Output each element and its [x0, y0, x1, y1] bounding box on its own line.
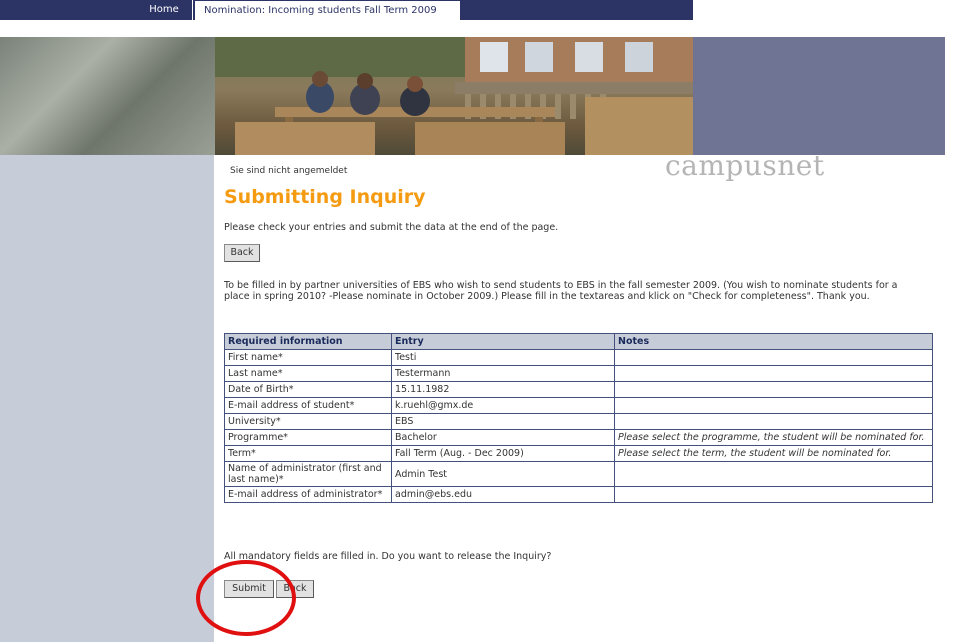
page-title: Submitting Inquiry: [224, 186, 426, 208]
table-row: Last name* Testermann: [224, 365, 933, 382]
row-note: [614, 397, 933, 414]
row-entry: Testermann: [391, 365, 615, 382]
header-banner: [0, 37, 957, 155]
banner-edge: [945, 37, 957, 155]
inquiry-summary-table: Required information Entry Notes First n…: [224, 333, 933, 503]
row-note: [614, 365, 933, 382]
table-row: E-mail address of student* k.ruehl@gmx.d…: [224, 397, 933, 414]
row-label: Last name*: [224, 365, 392, 382]
row-label: Name of administrator (first and last na…: [224, 461, 392, 487]
table-row: Name of administrator (first and last na…: [224, 461, 933, 487]
table-row: First name* Testi: [224, 349, 933, 366]
banner-stone-image: [0, 37, 215, 155]
row-note: Please select the programme, the student…: [614, 429, 933, 446]
row-entry: k.ruehl@gmx.de: [391, 397, 615, 414]
row-entry: admin@ebs.edu: [391, 486, 615, 503]
table-row: Date of Birth* 15.11.1982: [224, 381, 933, 398]
table-row: Term* Fall Term (Aug. - Dec 2009) Please…: [224, 445, 933, 462]
row-label: University*: [224, 413, 392, 430]
banner-color-block: [693, 37, 957, 155]
column-header-entry: Entry: [391, 333, 615, 350]
column-header-notes: Notes: [614, 333, 933, 350]
row-entry: EBS: [391, 413, 615, 430]
campusnet-logo: campusnet: [665, 149, 825, 182]
nav-home-link[interactable]: Home: [140, 0, 188, 20]
table-row: University* EBS: [224, 413, 933, 430]
row-label: E-mail address of student*: [224, 397, 392, 414]
row-label: First name*: [224, 349, 392, 366]
campus-photo-illustration: [215, 37, 693, 155]
row-note: Please select the term, the student will…: [614, 445, 933, 462]
nav-tab-nomination[interactable]: Nomination: Incoming students Fall Term …: [195, 1, 460, 20]
submit-button[interactable]: Submit: [224, 580, 274, 598]
back-button-top[interactable]: Back: [224, 244, 260, 262]
description-text: To be filled in by partner universities …: [224, 280, 898, 302]
row-label: Term*: [224, 445, 392, 462]
row-note: [614, 461, 933, 487]
back-button-bottom[interactable]: Back: [276, 580, 314, 598]
row-note: [614, 349, 933, 366]
row-entry: Testi: [391, 349, 615, 366]
mandatory-fields-message: All mandatory fields are filled in. Do y…: [224, 551, 552, 562]
row-entry: Fall Term (Aug. - Dec 2009): [391, 445, 615, 462]
intro-text: Please check your entries and submit the…: [224, 222, 559, 233]
row-label: Date of Birth*: [224, 381, 392, 398]
left-sidebar: [0, 155, 214, 642]
table-header-row: Required information Entry Notes: [224, 333, 933, 350]
row-note: [614, 381, 933, 398]
table-row: E-mail address of administrator* admin@e…: [224, 486, 933, 503]
row-entry: 15.11.1982: [391, 381, 615, 398]
banner-campus-photo: [215, 37, 693, 155]
nav-divider: [192, 0, 193, 20]
row-entry: Admin Test: [391, 461, 615, 487]
row-note: [614, 486, 933, 503]
top-navigation: Home Nomination: Incoming students Fall …: [0, 0, 957, 20]
row-label: Programme*: [224, 429, 392, 446]
column-header-required-info: Required information: [224, 333, 392, 350]
row-note: [614, 413, 933, 430]
row-entry: Bachelor: [391, 429, 615, 446]
row-label: E-mail address of administrator*: [224, 486, 392, 503]
login-status-text: Sie sind nicht angemeldet: [230, 166, 348, 176]
table-row: Programme* Bachelor Please select the pr…: [224, 429, 933, 446]
